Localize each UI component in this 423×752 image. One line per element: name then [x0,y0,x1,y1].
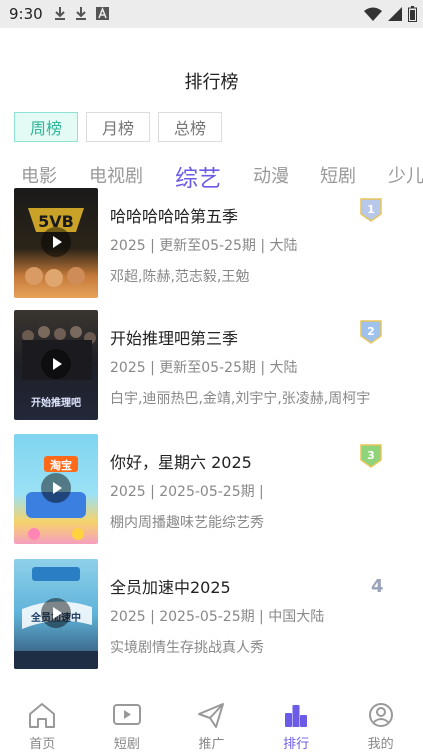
tab-anime[interactable]: 动漫 [253,162,289,188]
status-bar: 9:30 [0,0,423,28]
rank-number: 4 [371,576,384,597]
svg-text:3: 3 [367,449,375,462]
tab-tv-series[interactable]: 电视剧 [89,162,143,188]
poster-logo-text: 淘宝 [50,458,72,472]
bottom-nav: 首页 短剧 推广 排行 我的 [0,693,423,752]
ranking-item[interactable]: 5VB 哈哈哈哈哈第五季 2025 | 更新至05-25期 | 大陆 邓超,陈赫… [14,188,414,298]
tab-all-time[interactable]: 总榜 [158,112,222,142]
nav-label: 排行 [283,737,310,752]
profile-icon [368,703,393,727]
rank-badge-icon: 2 [360,320,382,344]
nav-label: 短剧 [113,737,140,752]
play-icon[interactable] [41,349,71,379]
nav-short-drama[interactable]: 短剧 [85,693,170,752]
download-icon [76,7,86,20]
poster-image[interactable]: 全员加速中 [14,559,98,669]
home-icon [29,703,56,728]
ranking-item[interactable]: 开始推理吧 开始推理吧第三季 2025 | 更新至05-25期 | 大陆 白宇,… [14,310,414,420]
svg-text:2: 2 [367,325,375,338]
show-cast: 实境剧情生存挑战真人秀 [110,640,264,656]
status-time: 9:30 [9,5,43,23]
period-tabs: 周榜 月榜 总榜 [14,112,222,142]
show-title: 你好，星期六 2025 [110,453,252,472]
poster-logo-text: 开始推理吧 [31,396,81,409]
show-cast: 棚内周播趣味艺能综艺秀 [110,515,264,531]
poster-image[interactable]: 开始推理吧 [14,310,98,420]
ranking-item[interactable]: 全员加速中 全员加速中2025 2025 | 2025-05-25期 | 中国大… [14,559,414,669]
video-icon [112,704,141,725]
nav-label: 推广 [198,737,225,752]
play-icon[interactable] [41,227,71,257]
a-icon [96,6,109,20]
poster-image[interactable]: 淘宝 [14,434,98,544]
download-icon [55,7,65,20]
play-icon[interactable] [41,598,71,628]
show-title: 哈哈哈哈哈第五季 [110,207,239,226]
show-cast: 白宇,迪丽热巴,金靖,刘宇宁,张凌赫,周柯宇 [110,391,371,407]
svg-text:1: 1 [367,203,375,216]
rank-badge-icon: 1 [360,198,382,222]
nav-home[interactable]: 首页 [0,693,85,752]
nav-profile[interactable]: 我的 [338,693,423,752]
play-icon[interactable] [41,473,71,503]
tab-monthly[interactable]: 月榜 [86,112,150,142]
signal-icon [388,7,402,21]
show-title: 开始推理吧第三季 [110,329,239,348]
battery-icon [408,6,417,22]
nav-label: 首页 [29,737,56,752]
nav-promote[interactable]: 推广 [169,693,254,752]
nav-label: 我的 [367,737,394,752]
show-cast: 邓超,陈赫,范志毅,王勉 [110,269,250,285]
show-meta: 2025 | 更新至05-25期 | 大陆 [110,238,298,254]
tab-movie[interactable]: 电影 [21,162,57,188]
show-meta: 2025 | 更新至05-25期 | 大陆 [110,360,298,376]
rank-badge-icon: 3 [360,444,382,468]
nav-ranking[interactable]: 排行 [254,693,339,752]
send-icon [198,703,225,728]
ranking-list: 5VB 哈哈哈哈哈第五季 2025 | 更新至05-25期 | 大陆 邓超,陈赫… [0,188,423,693]
show-meta: 2025 | 2025-05-25期 | [110,484,264,500]
page-title: 排行榜 [184,72,239,93]
wifi-icon [364,7,382,21]
tab-kids[interactable]: 少儿 [388,162,423,188]
ranking-item[interactable]: 淘宝 你好，星期六 2025 2025 | 2025-05-25期 | 棚内周播… [14,434,414,544]
show-meta: 2025 | 2025-05-25期 | 中国大陆 [110,609,325,625]
ranking-icon [285,705,308,727]
tab-short-drama[interactable]: 短剧 [320,162,356,188]
category-tabs: 电影 电视剧 综艺 动漫 短剧 少儿 [0,158,423,192]
tab-weekly[interactable]: 周榜 [14,112,78,142]
poster-image[interactable]: 5VB [14,188,98,298]
show-title: 全员加速中2025 [110,578,231,597]
